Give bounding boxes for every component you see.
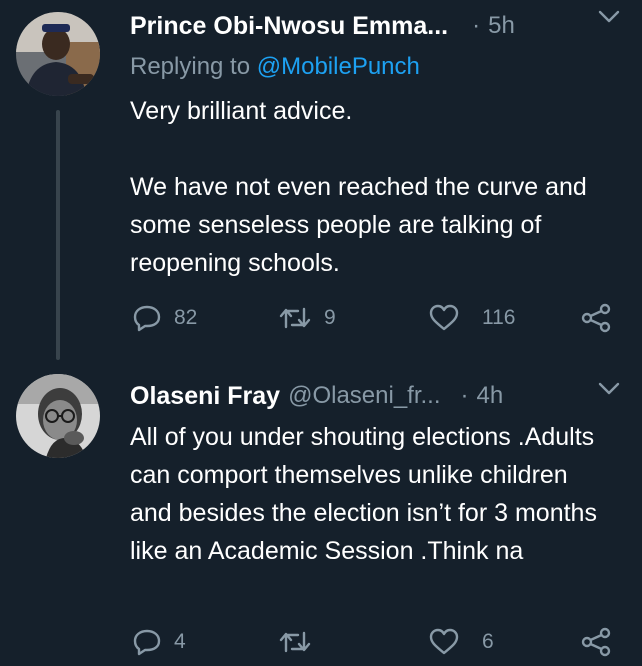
reply-count: 4 <box>174 630 186 653</box>
share-icon <box>581 303 611 333</box>
retweet-button[interactable]: 9 <box>278 298 336 338</box>
action-bar: 4 6 <box>130 622 620 662</box>
avatar[interactable] <box>16 374 100 458</box>
retweet-icon <box>279 631 311 653</box>
reply-button[interactable]: 4 <box>132 622 186 662</box>
tweet-2[interactable]: Olaseni Fray @Olaseni_fr... · 4h All of … <box>0 360 642 666</box>
like-button[interactable]: 6 <box>428 622 494 662</box>
tweet-header: Olaseni Fray @Olaseni_fr... · 4h <box>130 376 503 416</box>
separator: · <box>460 382 469 409</box>
retweet-button[interactable] <box>278 622 324 662</box>
timestamp[interactable]: 5h <box>488 12 515 40</box>
timestamp[interactable]: 4h <box>477 382 504 410</box>
like-count: 6 <box>482 630 494 653</box>
tweet-text: All of you under shouting elections .Adu… <box>130 423 604 565</box>
retweet-count: 9 <box>324 306 336 329</box>
tweet-header: Prince Obi-Nwosu Emma... · 5h <box>130 6 515 46</box>
display-name[interactable]: Prince Obi-Nwosu Emma... <box>130 12 448 41</box>
reply-count: 82 <box>174 306 198 329</box>
like-count: 116 <box>482 306 516 329</box>
reply-button[interactable]: 82 <box>132 298 197 338</box>
retweet-icon <box>279 307 311 329</box>
reply-icon <box>133 629 161 656</box>
replying-handle-link[interactable]: @MobilePunch <box>257 53 420 80</box>
user-handle[interactable]: @Olaseni_fr... <box>288 382 440 410</box>
share-button[interactable] <box>580 298 612 338</box>
replying-prefix: Replying to <box>130 53 251 80</box>
like-button[interactable]: 116 <box>428 298 515 338</box>
like-icon <box>429 628 459 655</box>
avatar[interactable] <box>16 12 100 96</box>
chevron-down-icon[interactable] <box>598 10 620 29</box>
separator: · <box>472 12 481 39</box>
like-icon <box>429 304 459 331</box>
display-name[interactable]: Olaseni Fray <box>130 382 280 411</box>
tweet-1[interactable]: Prince Obi-Nwosu Emma... · 5h Replying t… <box>0 0 642 360</box>
replying-to: Replying to @MobilePunch <box>130 53 420 81</box>
thread-line <box>56 110 60 360</box>
chevron-down-icon[interactable] <box>598 382 620 401</box>
share-button[interactable] <box>580 622 612 662</box>
share-icon <box>581 627 611 657</box>
reply-icon <box>133 305 161 332</box>
action-bar: 82 9 116 <box>130 298 620 338</box>
tweet-text: Very brilliant advice. We have not even … <box>130 97 587 277</box>
